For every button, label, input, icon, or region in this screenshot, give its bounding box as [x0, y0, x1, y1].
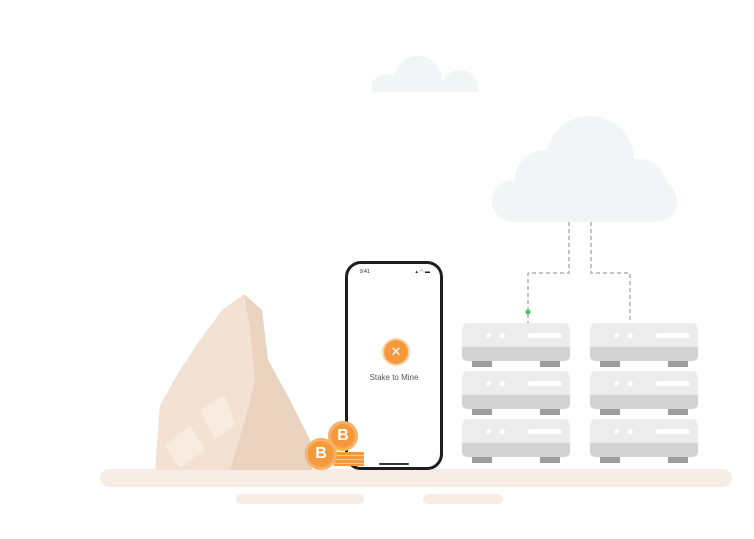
rock-pile-icon	[155, 294, 312, 470]
server-unit	[462, 371, 570, 415]
phone-mockup: 9:41 ▴ ◠ ▬ ✕ Stake to Mine	[345, 261, 443, 470]
server-unit	[590, 323, 698, 367]
status-time: 9:41	[360, 269, 370, 275]
stake-logo-icon: ✕	[384, 340, 408, 364]
large-cloud-icon	[492, 116, 677, 222]
ground	[100, 469, 732, 487]
home-indicator	[379, 463, 409, 465]
app-title: Stake to Mine	[369, 373, 419, 382]
connection-status-dot	[525, 309, 531, 315]
network-connector-lines	[527, 222, 631, 323]
status-icons: ▴ ◠ ▬	[415, 269, 430, 275]
server-unit	[590, 419, 698, 463]
server-unit	[462, 419, 570, 463]
server-unit	[590, 371, 698, 415]
server-unit	[462, 323, 570, 367]
bitcoin-coin-icon: B	[305, 438, 337, 470]
coin-stack	[334, 452, 364, 466]
